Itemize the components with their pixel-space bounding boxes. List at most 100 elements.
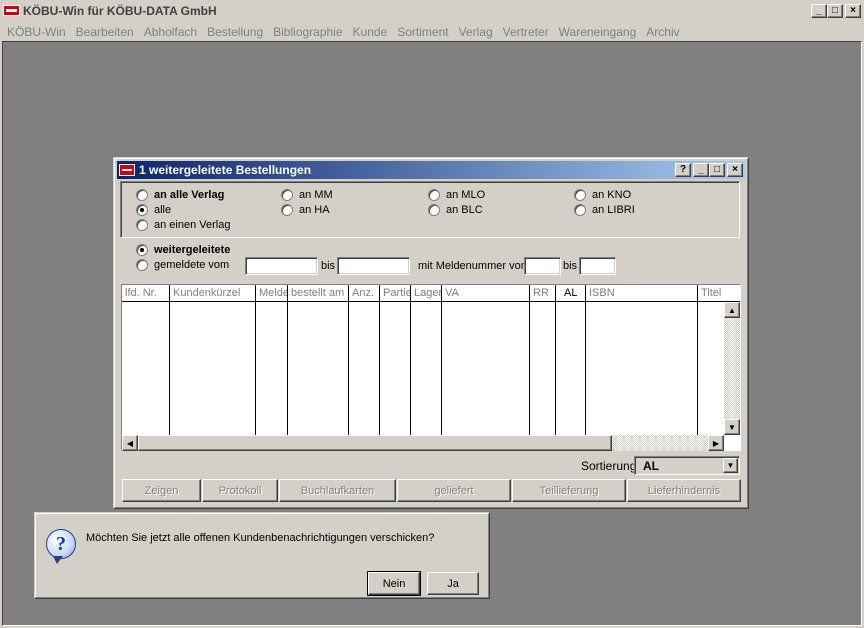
menu-verlag[interactable]: Verlag	[454, 25, 498, 39]
col-isbn[interactable]: ISBN	[586, 285, 698, 302]
radio-label: an einen Verlag	[154, 219, 231, 231]
lieferhindernis-button[interactable]: Lieferhindernis	[627, 479, 741, 502]
protokoll-button[interactable]: Protokoll	[202, 479, 278, 502]
menubar: KÖBU-Win Bearbeiten Abholfach Bestellung…	[0, 22, 864, 41]
radio-icon	[281, 204, 293, 216]
horizontal-scroll-thumb[interactable]	[138, 435, 612, 451]
app-logo-icon	[3, 5, 20, 16]
chevron-down-icon[interactable]: ▼	[723, 458, 738, 473]
col-lfd-nr[interactable]: lfd. Nr.	[122, 285, 170, 302]
menu-bearbeiten[interactable]: Bearbeiten	[71, 25, 139, 39]
col-rr[interactable]: RR	[530, 285, 556, 302]
minimize-button[interactable]: _	[811, 4, 827, 18]
child-close-button[interactable]: ×	[727, 163, 743, 177]
buchlaufkarten-button[interactable]: Buchlaufkarten	[279, 479, 396, 502]
geliefert-button[interactable]: geliefert	[397, 479, 511, 502]
child-minimize-button[interactable]: _	[693, 163, 709, 177]
app-titlebar: KÖBU-Win für KÖBU-DATA GmbH _ □ ×	[0, 0, 864, 22]
menu-archiv[interactable]: Archiv	[641, 25, 684, 39]
menu-wareneingang[interactable]: Wareneingang	[554, 25, 642, 39]
column-divider	[379, 302, 380, 435]
sort-label: Sortierung	[581, 459, 637, 473]
radio-label: an MM	[299, 189, 333, 201]
radio-an-ha[interactable]: an HA	[281, 204, 330, 216]
close-button[interactable]: ×	[845, 4, 861, 18]
orders-window-controls: ? _ □ ×	[675, 163, 743, 177]
nein-button[interactable]: Nein	[367, 571, 421, 596]
confirm-dialog: ? Möchten Sie jetzt alle offenen Kundenb…	[34, 512, 490, 599]
col-anz[interactable]: Anz.	[349, 285, 380, 302]
radio-label: an BLC	[446, 204, 483, 216]
teillieferung-button[interactable]: Teillieferung	[512, 479, 626, 502]
radio-gemeldete-vom[interactable]: gemeldete vom	[136, 259, 229, 271]
maximize-button[interactable]: □	[827, 4, 843, 18]
report-number-label: mit Meldenummer von	[418, 260, 527, 272]
col-al[interactable]: AL	[556, 285, 586, 302]
confirm-message: Möchten Sie jetzt alle offenen Kundenben…	[86, 532, 435, 544]
number-from-field[interactable]	[524, 257, 561, 275]
date-from-field[interactable]	[245, 257, 318, 275]
menu-sortiment[interactable]: Sortiment	[392, 25, 453, 39]
sort-value: AL	[643, 458, 659, 473]
radio-weitergeleitete[interactable]: weitergeleitete	[136, 244, 230, 256]
button-label: Buchlaufkarten	[300, 484, 375, 497]
button-label: Zeigen	[144, 484, 179, 497]
app-title: KÖBU-Win für KÖBU-DATA GmbH	[23, 3, 217, 18]
ja-button[interactable]: Ja	[427, 572, 479, 595]
radio-icon	[281, 189, 293, 201]
button-label: Lieferhindernis	[647, 484, 721, 497]
radio-an-kno[interactable]: an KNO	[574, 189, 631, 201]
column-divider	[410, 302, 411, 435]
number-to-field[interactable]	[579, 257, 616, 275]
col-lager[interactable]: Lager	[411, 285, 442, 302]
sort-dropdown[interactable]: AL ▼	[634, 456, 740, 475]
radio-icon	[136, 189, 148, 201]
radio-icon	[136, 219, 148, 231]
number-bis-label: bis	[563, 260, 578, 272]
col-partie[interactable]: Partie	[380, 285, 411, 302]
radio-an-blc[interactable]: an BLC	[428, 204, 483, 216]
radio-icon	[574, 189, 586, 201]
scroll-right-icon[interactable]: ▶	[708, 435, 724, 451]
radio-an-mlo[interactable]: an MLO	[428, 189, 485, 201]
menu-vertreter[interactable]: Vertreter	[498, 25, 554, 39]
vertical-scrollbar[interactable]: ▲ ▼	[724, 302, 740, 435]
radio-checked-icon	[136, 204, 148, 216]
column-divider	[555, 302, 556, 435]
radio-an-einen-verlag[interactable]: an einen Verlag	[136, 219, 230, 231]
column-divider	[169, 302, 170, 435]
menu-abholfach[interactable]: Abholfach	[139, 25, 202, 39]
col-titel[interactable]: Titel	[698, 285, 740, 302]
col-kundenkuerzel[interactable]: Kundenkürzel	[170, 285, 256, 302]
zeigen-button[interactable]: Zeigen	[122, 479, 201, 502]
radio-an-libri[interactable]: an LIBRI	[574, 204, 635, 216]
menu-kunde[interactable]: Kunde	[348, 25, 393, 39]
radio-label: an MLO	[446, 189, 486, 201]
radio-icon	[136, 259, 148, 271]
radio-label: an HA	[299, 204, 330, 216]
col-va[interactable]: VA	[442, 285, 530, 302]
radio-label: an alle Verlag	[154, 189, 225, 201]
scroll-left-icon[interactable]: ◀	[122, 435, 138, 451]
horizontal-scrollbar[interactable]: ◀ ▶	[122, 435, 724, 451]
scroll-up-icon[interactable]: ▲	[724, 302, 740, 318]
orders-window-titlebar: 1 weitergeleitete Bestellungen ? _ □ ×	[117, 161, 745, 179]
scroll-down-icon[interactable]: ▼	[724, 419, 740, 435]
radio-label: gemeldete vom	[154, 259, 230, 271]
radio-an-alle-verlag[interactable]: an alle Verlag	[136, 189, 224, 201]
col-melde[interactable]: Melde	[256, 285, 288, 302]
column-divider	[348, 302, 349, 435]
help-button[interactable]: ?	[675, 163, 691, 177]
column-divider	[529, 302, 530, 435]
radio-alle[interactable]: alle	[136, 204, 171, 216]
radio-an-mm[interactable]: an MM	[281, 189, 333, 201]
col-bestellt-am[interactable]: bestellt am	[288, 285, 349, 302]
radio-label: weitergeleitete	[154, 244, 231, 256]
child-maximize-button[interactable]: □	[709, 163, 725, 177]
menu-koebu-win[interactable]: KÖBU-Win	[2, 25, 71, 39]
menu-bibliographie[interactable]: Bibliographie	[268, 25, 347, 39]
orders-table[interactable]: lfd. Nr. Kundenkürzel Melde bestellt am …	[121, 284, 741, 451]
date-to-field[interactable]	[337, 257, 410, 275]
window-logo-icon	[119, 164, 135, 176]
menu-bestellung[interactable]: Bestellung	[202, 25, 268, 39]
